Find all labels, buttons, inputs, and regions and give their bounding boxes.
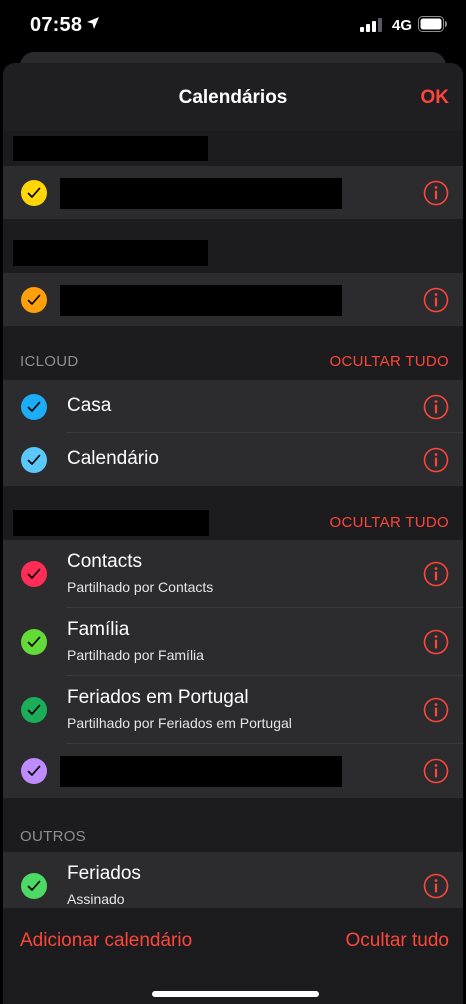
calendar-row[interactable] [3, 166, 463, 219]
redacted-account-name [13, 136, 208, 161]
page-title: Calendários [178, 87, 288, 108]
checkmark-icon[interactable] [21, 758, 47, 784]
section-header-outros: OUTROS [3, 798, 463, 852]
info-icon[interactable] [423, 394, 449, 420]
calendar-row-feriados[interactable]: Feriados Assinado [3, 852, 463, 907]
calendar-name: Casa [67, 395, 112, 416]
section-header-shared: OCULTAR TUDO [3, 486, 463, 540]
info-icon[interactable] [423, 629, 449, 655]
calendar-list[interactable]: ICLOUD OCULTAR TUDO Casa Calendário OCUL… [3, 131, 463, 907]
info-icon[interactable] [423, 873, 449, 899]
checkmark-icon[interactable] [21, 873, 47, 899]
hide-all-icloud-button[interactable]: OCULTAR TUDO [330, 353, 449, 370]
info-icon[interactable] [423, 561, 449, 587]
ok-button[interactable]: OK [421, 87, 450, 109]
checkmark-icon[interactable] [21, 697, 47, 723]
info-icon[interactable] [423, 287, 449, 313]
checkmark-icon[interactable] [21, 629, 47, 655]
calendars-sheet: Calendários OK ICLOUD OCULTAR TUDO Casa … [3, 63, 463, 1004]
network-label: 4G [392, 17, 413, 34]
calendar-subtitle: Partilhado por Contacts [67, 579, 214, 595]
calendar-row[interactable] [3, 273, 463, 326]
location-arrow-icon [86, 16, 100, 35]
calendar-name: Calendário [67, 448, 159, 469]
status-time: 07:58 [30, 14, 83, 36]
section-header-account-1 [3, 131, 463, 166]
navigation-bar: Calendários OK [3, 63, 463, 131]
add-calendar-button[interactable]: Adicionar calendário [20, 930, 192, 952]
status-bar: 07:58 4G [0, 0, 466, 54]
bottom-toolbar: Adicionar calendário Ocultar tudo [3, 907, 463, 1004]
calendar-row-familia[interactable]: Família Partilhado por Família [3, 608, 463, 676]
home-indicator[interactable] [152, 991, 319, 997]
info-icon[interactable] [423, 697, 449, 723]
hide-all-button[interactable]: Ocultar tudo [346, 930, 450, 952]
info-icon[interactable] [423, 447, 449, 473]
calendar-row-contacts[interactable]: Contacts Partilhado por Contacts [3, 540, 463, 608]
section-title-outros: OUTROS [20, 828, 86, 845]
calendar-name: Feriados [67, 863, 141, 884]
calendar-row[interactable] [3, 744, 463, 798]
calendar-row-calendario[interactable]: Calendário [3, 433, 463, 486]
calendar-row-casa[interactable]: Casa [3, 380, 463, 433]
redacted-calendar-name [60, 285, 342, 316]
section-header-icloud: ICLOUD OCULTAR TUDO [3, 326, 463, 380]
calendar-subtitle: Assinado [67, 891, 125, 907]
checkmark-icon[interactable] [21, 394, 47, 420]
redacted-account-name [13, 510, 209, 536]
info-icon[interactable] [423, 180, 449, 206]
calendar-subtitle: Partilhado por Família [67, 647, 204, 663]
calendar-name: Contacts [67, 551, 142, 572]
info-icon[interactable] [423, 758, 449, 784]
redacted-calendar-name [60, 756, 342, 787]
checkmark-icon[interactable] [21, 561, 47, 587]
section-header-account-2 [3, 219, 463, 273]
checkmark-icon[interactable] [21, 180, 47, 206]
checkmark-icon[interactable] [21, 287, 47, 313]
calendar-row-feriados-portugal[interactable]: Feriados em Portugal Partilhado por Feri… [3, 676, 463, 744]
redacted-account-name [13, 240, 208, 266]
redacted-calendar-name [60, 178, 342, 209]
hide-all-shared-button[interactable]: OCULTAR TUDO [330, 514, 449, 531]
cellular-signal-icon [360, 18, 384, 37]
calendar-name: Família [67, 619, 130, 640]
section-title-icloud: ICLOUD [20, 353, 79, 370]
calendar-name: Feriados em Portugal [67, 687, 249, 708]
battery-icon [418, 16, 448, 37]
calendar-subtitle: Partilhado por Feriados em Portugal [67, 715, 292, 731]
checkmark-icon[interactable] [21, 447, 47, 473]
